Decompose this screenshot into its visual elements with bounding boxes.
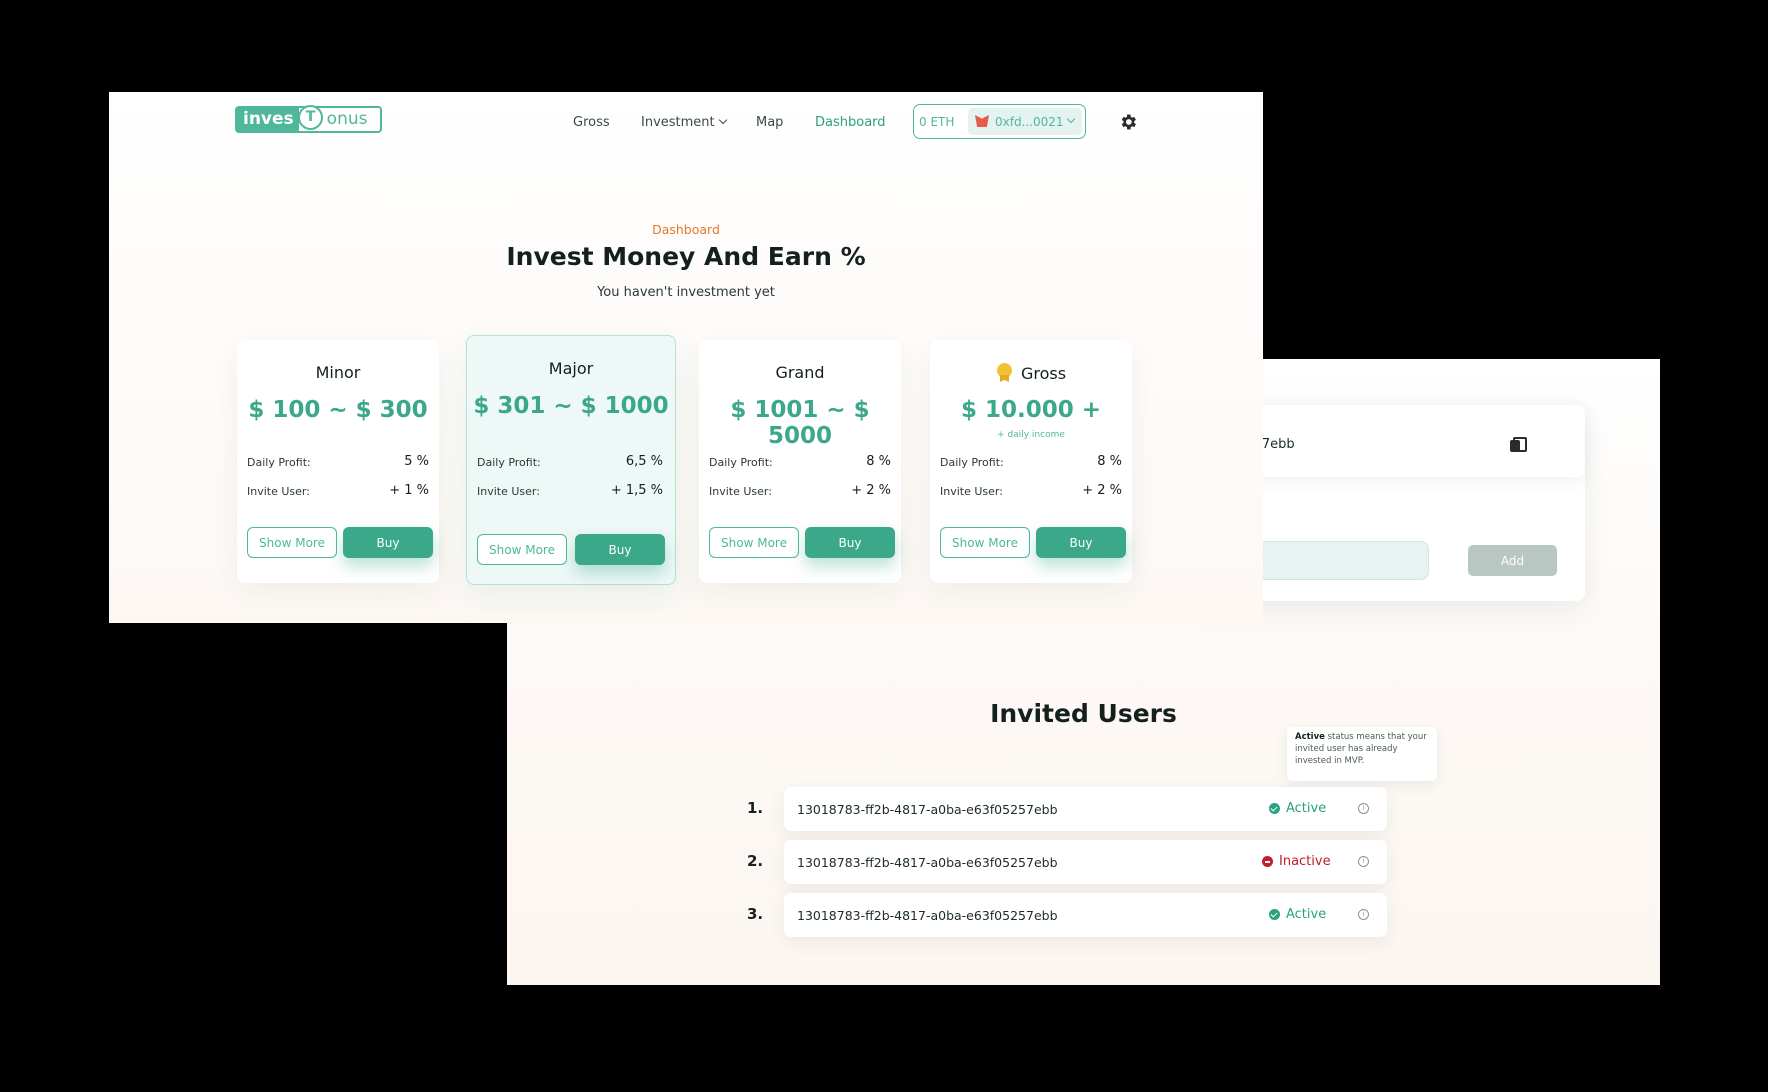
info-icon[interactable]: i [1358, 909, 1369, 920]
invite-user-label: Invite User: [247, 485, 310, 498]
minus-circle-icon [1262, 856, 1273, 867]
invite-user-label: Invite User: [940, 485, 1003, 498]
invite-user-value: + 1 % [389, 483, 429, 498]
plan-range: $ 1001 ~ $ 5000 [730, 397, 870, 449]
buy-button[interactable]: Buy [805, 527, 895, 558]
invite-user-row: Invite User: + 1 % [247, 483, 429, 498]
hero-eyebrow: Dashboard [652, 222, 720, 237]
daily-profit-value: 8 % [1097, 454, 1122, 469]
daily-profit-row: Daily Profit: 8 % [940, 454, 1122, 469]
wallet-address: 0xfd...0021 [995, 115, 1064, 129]
invite-user-label: Invite User: [709, 485, 772, 498]
dashboard-panel: inves T onus Gross Investment Map Dashbo… [109, 92, 1263, 623]
fox-icon [975, 115, 989, 127]
status-badge: Inactive [1262, 854, 1331, 869]
daily-profit-label: Daily Profit: [709, 456, 773, 469]
status-badge: Active [1269, 801, 1326, 816]
nav-item-investment[interactable]: Investment [641, 115, 727, 130]
plan-note: + daily income [997, 430, 1065, 440]
wallet-widget[interactable]: 0 ETH 0xfd...0021 [913, 104, 1086, 139]
plan-range: $ 10.000 + [960, 397, 1102, 423]
show-more-button[interactable]: Show More [247, 527, 337, 558]
invite-user-label: Invite User: [477, 485, 540, 498]
plan-card-grand: Grand $ 1001 ~ $ 5000 Daily Profit: 8 % … [699, 340, 901, 583]
daily-profit-label: Daily Profit: [247, 456, 311, 469]
user-id: 13018783-ff2b-4817-a0ba-e63f05257ebb [797, 802, 1058, 817]
daily-profit-value: 5 % [404, 454, 429, 469]
plan-card-gross: Gross $ 10.000 + + daily income Daily Pr… [930, 340, 1132, 583]
hero-subtitle: You haven't investment yet [597, 285, 775, 300]
check-circle-icon [1269, 803, 1280, 814]
status-badge: Active [1269, 907, 1326, 922]
user-box: 13018783-ff2b-4817-a0ba-e63f05257ebb Act… [784, 787, 1387, 831]
user-id: 13018783-ff2b-4817-a0ba-e63f05257ebb [797, 855, 1058, 870]
daily-profit-label: Daily Profit: [477, 456, 541, 469]
invited-users-title: Invited Users [990, 699, 1177, 728]
show-more-button[interactable]: Show More [940, 527, 1030, 558]
logo[interactable]: inves T onus [235, 105, 382, 133]
wallet-balance: 0 ETH [919, 115, 955, 129]
nav-item-map[interactable]: Map [756, 115, 783, 130]
info-icon[interactable]: i [1358, 856, 1369, 867]
invite-user-value: + 2 % [1082, 483, 1122, 498]
daily-profit-value: 6,5 % [625, 454, 663, 469]
copy-icon[interactable] [1510, 437, 1527, 452]
status-label: Inactive [1279, 854, 1331, 869]
plan-range: $ 301 ~ $ 1000 [473, 393, 669, 419]
user-id: 13018783-ff2b-4817-a0ba-e63f05257ebb [797, 908, 1058, 923]
show-more-button[interactable]: Show More [709, 527, 799, 558]
plan-range: $ 100 ~ $ 300 [248, 397, 428, 423]
status-tooltip: Active status means that your invited us… [1287, 727, 1437, 781]
user-number: 1. [747, 799, 764, 817]
invite-user-value: + 1,5 % [610, 483, 663, 498]
gear-icon[interactable] [1118, 112, 1138, 132]
add-button[interactable]: Add [1468, 545, 1557, 576]
nav-item-dashboard[interactable]: Dashboard [815, 115, 886, 130]
daily-profit-value: 8 % [866, 454, 891, 469]
user-number: 2. [747, 852, 764, 870]
user-box: 13018783-ff2b-4817-a0ba-e63f05257ebb Act… [784, 893, 1387, 937]
invited-user-row: 1. 13018783-ff2b-4817-a0ba-e63f05257ebb … [747, 787, 1387, 831]
user-box: 13018783-ff2b-4817-a0ba-e63f05257ebb Ina… [784, 840, 1387, 884]
invite-user-value: + 2 % [851, 483, 891, 498]
nav-item-label: Investment [641, 115, 715, 130]
nav-item-gross[interactable]: Gross [573, 115, 610, 130]
status-label: Active [1286, 907, 1327, 922]
invited-user-row: 2. 13018783-ff2b-4817-a0ba-e63f05257ebb … [747, 840, 1387, 884]
plan-name-label: Gross [1020, 364, 1067, 383]
plan-name: Minor [315, 363, 361, 382]
user-number: 3. [747, 905, 764, 923]
daily-profit-label: Daily Profit: [940, 456, 1004, 469]
tooltip-bold: Active [1295, 732, 1325, 742]
daily-profit-row: Daily Profit: 5 % [247, 454, 429, 469]
invite-user-row: Invite User: + 1,5 % [477, 483, 663, 498]
info-icon[interactable]: i [1358, 803, 1369, 814]
check-circle-icon [1269, 909, 1280, 920]
plan-name: Gross [930, 363, 1132, 383]
invited-user-row: 3. 13018783-ff2b-4817-a0ba-e63f05257ebb … [747, 893, 1387, 937]
daily-profit-row: Daily Profit: 8 % [709, 454, 891, 469]
buy-button[interactable]: Buy [575, 534, 665, 565]
status-label: Active [1286, 801, 1327, 816]
wallet-address-dropdown[interactable]: 0xfd...0021 [968, 108, 1082, 135]
medal-icon [996, 363, 1013, 382]
daily-profit-row: Daily Profit: 6,5 % [477, 454, 663, 469]
logo-mark: T [298, 105, 323, 130]
chevron-down-icon [718, 115, 727, 125]
show-more-button[interactable]: Show More [477, 534, 567, 565]
plan-card-major: Major $ 301 ~ $ 1000 Daily Profit: 6,5 %… [466, 335, 676, 585]
chevron-down-icon [1066, 114, 1076, 124]
logo-left: inves [237, 108, 299, 131]
plan-name: Major [548, 359, 594, 378]
invite-user-row: Invite User: + 2 % [940, 483, 1122, 498]
buy-button[interactable]: Buy [1036, 527, 1126, 558]
invite-user-row: Invite User: + 2 % [709, 483, 891, 498]
buy-button[interactable]: Buy [343, 527, 433, 558]
plan-name: Grand [775, 363, 825, 382]
plan-card-minor: Minor $ 100 ~ $ 300 Daily Profit: 5 % In… [237, 340, 439, 583]
hero-title: Invest Money And Earn % [506, 242, 866, 271]
